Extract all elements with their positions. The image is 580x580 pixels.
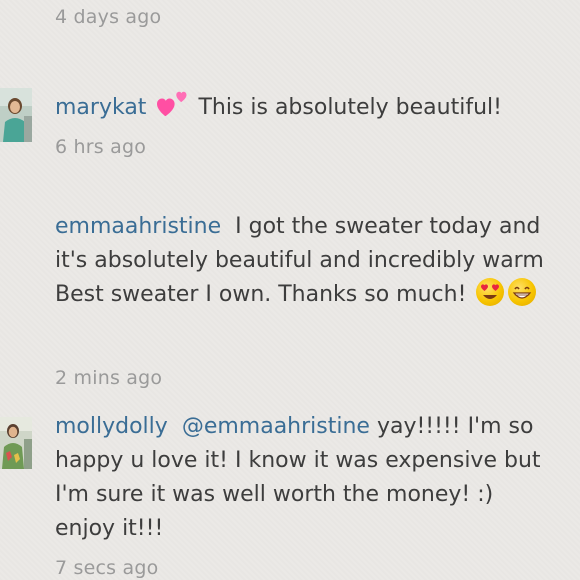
comment-timestamp: 6 hrs ago <box>55 136 147 158</box>
comment-body-emmaahristine: emmaahristine I got the sweater today an… <box>55 210 580 312</box>
comment-timestamp: 7 secs ago <box>55 557 159 579</box>
avatar-marykat[interactable] <box>0 88 32 142</box>
username-link[interactable]: mollydolly <box>55 414 168 439</box>
comment-text-line-3: I'm sure it was well worth the money! :) <box>55 482 494 507</box>
comment-text-line-3: Best sweater I own. Thanks so much! <box>55 282 467 307</box>
username-link[interactable]: emmaahristine <box>55 214 221 239</box>
comment-text-line-4: enjoy it!!! <box>55 516 164 541</box>
comment-body-marykat: marykat This is absolutely beautiful! <box>55 90 580 125</box>
grinning-emoji-icon <box>508 278 537 306</box>
avatar-image <box>0 88 32 142</box>
comment-text-line-2: it's absolutely beautiful and incredibly… <box>55 248 544 273</box>
comment-text-line-2: happy u love it! I know it was expensive… <box>55 448 541 473</box>
comment-text: This is absolutely beautiful! <box>198 95 502 120</box>
avatar-mollydolly[interactable] <box>0 417 32 469</box>
comment-text-line-1: yay!!!!! I'm so <box>376 414 534 439</box>
mention-link[interactable]: @emmaahristine <box>182 414 370 439</box>
avatar-image <box>0 417 32 469</box>
comment-body-mollydolly: mollydolly @emmaahristine yay!!!!! I'm s… <box>55 410 580 546</box>
two-hearts-icon <box>156 90 190 120</box>
username-link[interactable]: marykat <box>55 95 146 120</box>
comment-timestamp: 2 mins ago <box>55 367 163 389</box>
comments-feed: 4 days ago marykat This is absolutely bea… <box>0 0 580 580</box>
heart-eyes-emoji-icon <box>476 278 505 306</box>
comment-timestamp: 4 days ago <box>55 6 162 28</box>
comment-text-line-1: I got the sweater today and <box>235 214 541 239</box>
